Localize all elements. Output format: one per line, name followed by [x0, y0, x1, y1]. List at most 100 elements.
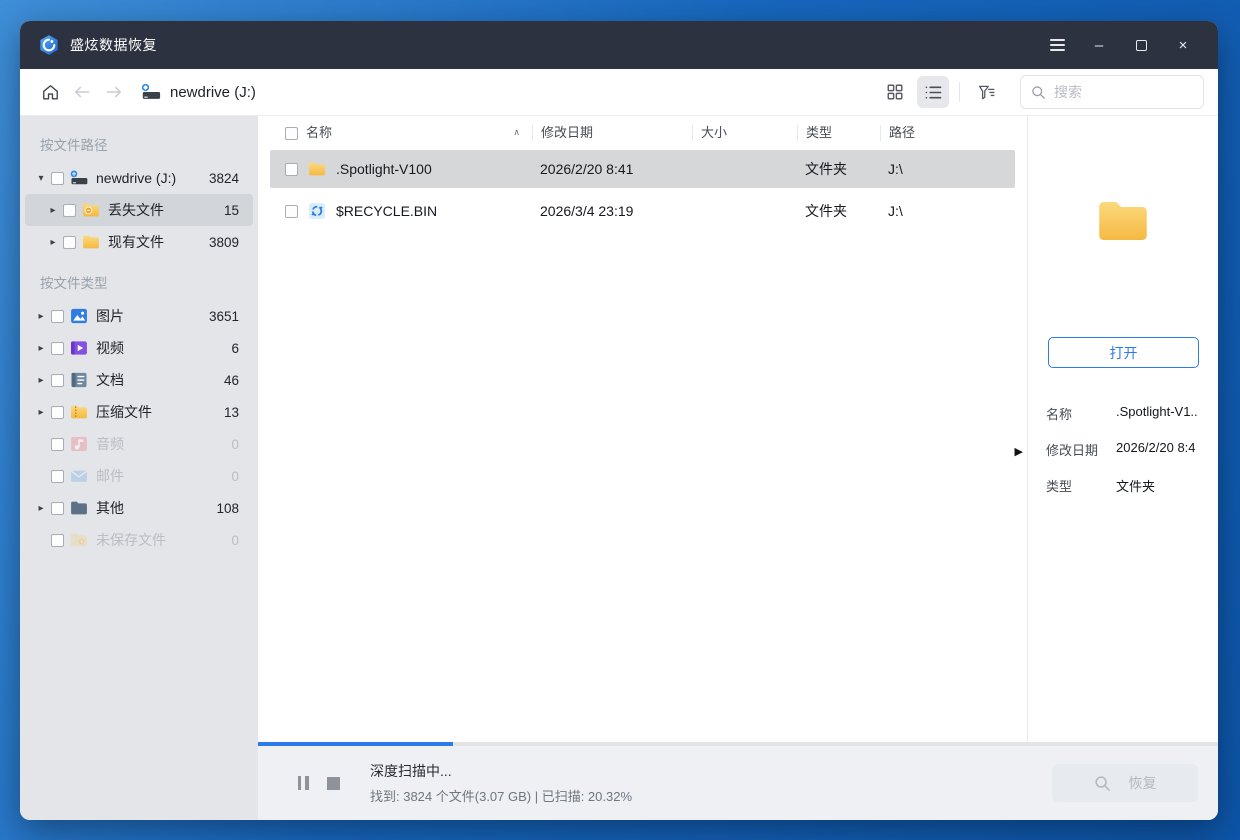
unsaved-folder-icon	[71, 533, 87, 547]
item-count: 3651	[208, 308, 239, 324]
chevron-right-icon[interactable]: ▸	[33, 311, 49, 322]
chevron-right-icon[interactable]: ▸	[45, 205, 61, 216]
checkbox[interactable]	[51, 405, 64, 419]
item-count: 0	[231, 532, 239, 548]
back-button[interactable]	[66, 76, 98, 108]
column-modified[interactable]: 修改日期	[532, 125, 692, 141]
lost-folder-icon	[83, 203, 99, 217]
sidebar-item-videos[interactable]: ▸ 视频 6	[25, 332, 253, 364]
column-size[interactable]: 大小	[692, 125, 797, 141]
menu-icon[interactable]	[1040, 30, 1074, 60]
sidebar-item-label: 视频	[96, 340, 124, 356]
sidebar-item-label: 丢失文件	[108, 202, 164, 218]
checkbox[interactable]	[51, 373, 64, 387]
sidebar-item-archives[interactable]: ▸ 压缩文件 13	[25, 396, 253, 428]
detail-label: 修改日期	[1046, 443, 1099, 458]
forward-button[interactable]	[98, 76, 130, 108]
item-count: 13	[223, 404, 239, 420]
column-path[interactable]: 路径	[880, 125, 1015, 141]
checkbox[interactable]	[63, 203, 76, 217]
table-row[interactable]: $RECYCLE.BIN 2026/3/4 23:19 文件夹 J:\	[270, 192, 1015, 230]
minimize-button[interactable]: –	[1082, 30, 1116, 60]
recover-button[interactable]: 恢复	[1052, 764, 1198, 802]
search-icon	[1032, 85, 1045, 99]
close-button[interactable]: ×	[1166, 30, 1200, 60]
chevron-right-icon[interactable]: ▸	[33, 343, 49, 354]
item-count: 46	[223, 372, 239, 388]
file-type: 文件夹	[805, 203, 847, 219]
chevron-right-icon[interactable]: ▸	[33, 375, 49, 386]
item-count: 3824	[208, 170, 239, 186]
sidebar-item-documents[interactable]: ▸ 文档 46	[25, 364, 253, 396]
file-type: 文件夹	[805, 161, 847, 177]
sidebar-item-unsaved: ▸ 未保存文件 0	[25, 524, 253, 556]
sidebar-item-pictures[interactable]: ▸ 图片 3651	[25, 300, 253, 332]
checkbox[interactable]	[51, 533, 64, 547]
checkbox[interactable]	[51, 171, 64, 185]
checkbox[interactable]	[63, 235, 76, 249]
search-input[interactable]	[1054, 84, 1164, 100]
checkbox[interactable]	[51, 501, 64, 515]
checkbox[interactable]	[51, 341, 64, 355]
home-button[interactable]	[34, 76, 66, 108]
sidebar-item-newdrive[interactable]: ▾ newdrive (J:) 3824	[25, 162, 253, 194]
filter-icon	[978, 85, 994, 100]
sidebar-item-others[interactable]: ▸ 其他 108	[25, 492, 253, 524]
row-checkbox[interactable]	[285, 162, 298, 176]
sidebar-item-label: 压缩文件	[96, 404, 152, 420]
list-view-button[interactable]	[917, 76, 949, 108]
section-by-path: 按文件路径	[40, 138, 108, 153]
maximize-button[interactable]	[1124, 30, 1158, 60]
toolbar-divider	[959, 82, 960, 102]
breadcrumb[interactable]: newdrive (J:)	[140, 82, 256, 102]
row-checkbox[interactable]	[285, 204, 298, 218]
preview-folder-icon	[1099, 202, 1147, 240]
file-name: .Spotlight-V100	[336, 161, 432, 177]
file-name: $RECYCLE.BIN	[336, 203, 438, 219]
item-count: 3809	[208, 234, 239, 250]
chevron-down-icon[interactable]: ▾	[33, 173, 49, 184]
open-button[interactable]: 打开	[1048, 337, 1199, 368]
item-count: 0	[231, 436, 239, 452]
filter-button[interactable]	[970, 76, 1002, 108]
search-box[interactable]	[1020, 75, 1204, 109]
column-name[interactable]: 名称	[306, 125, 332, 141]
sidebar-item-existing-files[interactable]: ▸ 现有文件 3809	[25, 226, 253, 258]
app-window: 盛炫数据恢复 – × newdrive (J:) 搜索 按文件路径 ▾ newd…	[20, 21, 1218, 820]
sidebar-item-label: newdrive (J:)	[96, 170, 177, 186]
archive-icon	[71, 405, 87, 419]
folder-icon	[83, 235, 99, 249]
file-path: J:\	[888, 203, 903, 219]
title-bar: 盛炫数据恢复 – ×	[20, 21, 1218, 69]
detail-label: 类型	[1046, 479, 1073, 494]
breadcrumb-label: newdrive (J:)	[170, 83, 256, 101]
checkbox[interactable]	[51, 469, 64, 483]
detail-value: 2026/2/20 8:4	[1116, 440, 1196, 455]
chevron-right-icon[interactable]: ▸	[33, 503, 49, 514]
checkbox[interactable]	[51, 309, 64, 323]
sidebar-item-lost-files[interactable]: ▸ 丢失文件 15	[25, 194, 253, 226]
table-row[interactable]: .Spotlight-V100 2026/2/20 8:41 文件夹 J:\	[270, 150, 1015, 188]
stop-icon	[326, 776, 340, 790]
sidebar-item-label: 音频	[96, 436, 124, 452]
sidebar: 按文件路径 ▾ newdrive (J:) 3824 ▸ 丢失文件 15 ▸ 现…	[20, 116, 258, 820]
grid-view-icon	[887, 84, 903, 100]
collapse-panel-handle[interactable]: ▶	[1015, 446, 1023, 457]
chevron-right-icon[interactable]: ▸	[45, 237, 61, 248]
table-header: 名称 ∧ 修改日期 大小 类型 路径	[270, 120, 1015, 146]
recover-button-label: 恢复	[1128, 775, 1157, 791]
select-all-checkbox[interactable]	[285, 126, 298, 140]
section-by-type: 按文件类型	[40, 276, 108, 291]
item-count: 108	[216, 500, 239, 516]
sort-ascending-icon[interactable]: ∧	[513, 125, 520, 141]
grid-view-button[interactable]	[879, 76, 911, 108]
item-count: 0	[231, 468, 239, 484]
scan-detail-text: 找到: 3824 个文件(3.07 GB) | 已扫描: 20.32%	[370, 789, 633, 804]
file-modified: 2026/3/4 23:19	[540, 203, 634, 219]
column-type[interactable]: 类型	[797, 125, 880, 141]
checkbox[interactable]	[51, 437, 64, 451]
pause-scan-button[interactable]	[288, 768, 318, 798]
chevron-right-icon[interactable]: ▸	[33, 407, 49, 418]
scan-status-text: 深度扫描中...	[370, 763, 452, 779]
stop-scan-button[interactable]	[318, 768, 348, 798]
